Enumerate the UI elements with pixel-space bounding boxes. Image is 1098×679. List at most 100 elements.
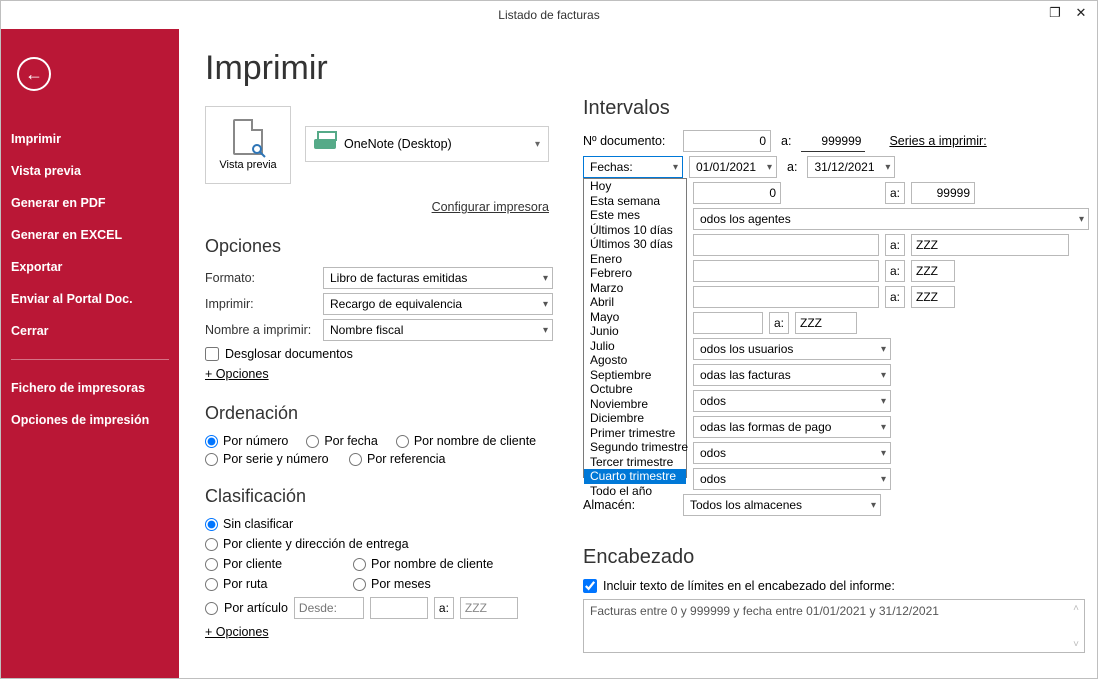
dates-option[interactable]: Este mes	[584, 208, 686, 223]
name-combo[interactable]: Nombre fiscal	[323, 319, 553, 341]
dates-option[interactable]: Todo el año	[584, 484, 686, 499]
ordering-option-date[interactable]: Por fecha	[306, 434, 378, 448]
window-close-button[interactable]: ✕	[1069, 3, 1093, 23]
invoices-combo[interactable]: odas las facturas	[693, 364, 891, 386]
dates-option[interactable]: Noviembre	[584, 397, 686, 412]
print-combo[interactable]: Recargo de equivalencia	[323, 293, 553, 315]
sidebar-item-export[interactable]: Exportar	[1, 251, 179, 283]
ordering-option-serial[interactable]: Por serie y número	[205, 452, 331, 466]
payments-combo[interactable]: odas las formas de pago	[693, 416, 891, 438]
scroll-down-arrow[interactable]: ˅	[1068, 636, 1084, 652]
row6-to-input[interactable]	[911, 260, 955, 282]
dates-dropdown[interactable]: HoyEsta semanaEste mesÚltimos 10 díasÚlt…	[583, 178, 687, 478]
row3-to-input[interactable]	[911, 182, 975, 204]
classification-more-link[interactable]: + Opciones	[205, 625, 269, 639]
dates-option[interactable]: Tercer trimestre	[584, 455, 686, 470]
class-radio-clientname[interactable]	[353, 558, 366, 571]
breakdown-checkbox-input[interactable]	[205, 347, 219, 361]
class-option-clientname[interactable]: Por nombre de cliente	[353, 557, 493, 571]
row8-to-input[interactable]	[795, 312, 857, 334]
dates-option[interactable]: Primer trimestre	[584, 426, 686, 441]
filter3-combo[interactable]: odos	[693, 468, 891, 490]
row3-from-input[interactable]	[693, 182, 781, 204]
header-checkbox-input[interactable]	[583, 579, 597, 593]
ordering-radio-date[interactable]	[306, 435, 319, 448]
class-option-clientaddr[interactable]: Por cliente y dirección de entrega	[205, 537, 409, 551]
scroll-up-arrow[interactable]: ˄	[1068, 600, 1084, 616]
format-combo[interactable]: Libro de facturas emitidas	[323, 267, 553, 289]
dates-option[interactable]: Segundo trimestre	[584, 440, 686, 455]
sidebar-item-preview[interactable]: Vista previa	[1, 155, 179, 187]
class-from-value[interactable]	[370, 597, 428, 619]
breakdown-checkbox[interactable]: Desglosar documentos	[205, 347, 555, 361]
dates-option[interactable]: Últimos 30 días	[584, 237, 686, 252]
class-option-none[interactable]: Sin clasificar	[205, 517, 335, 531]
dates-option[interactable]: Julio	[584, 339, 686, 354]
printer-select[interactable]: OneNote (Desktop) ▾	[305, 126, 549, 162]
class-radio-client[interactable]	[205, 558, 218, 571]
class-option-client[interactable]: Por cliente	[205, 557, 335, 571]
date-from-picker[interactable]: 01/01/2021	[689, 156, 777, 178]
sidebar-item-printers-file[interactable]: Fichero de impresoras	[1, 372, 179, 404]
sidebar-item-print[interactable]: Imprimir	[1, 123, 179, 155]
row7-from-input[interactable]	[693, 286, 879, 308]
ordering-radio-reference[interactable]	[349, 453, 362, 466]
sidebar-item-close[interactable]: Cerrar	[1, 315, 179, 347]
preview-button[interactable]: Vista previa	[205, 106, 291, 184]
class-radio-months[interactable]	[353, 578, 366, 591]
class-option-months[interactable]: Por meses	[353, 577, 431, 591]
dates-option[interactable]: Últimos 10 días	[584, 223, 686, 238]
ordering-radio-number[interactable]	[205, 435, 218, 448]
dates-option[interactable]: Diciembre	[584, 411, 686, 426]
dates-option[interactable]: Septiembre	[584, 368, 686, 383]
class-option-route[interactable]: Por ruta	[205, 577, 335, 591]
class-radio-article[interactable]	[205, 602, 218, 615]
row7-to-input[interactable]	[911, 286, 955, 308]
sidebar-item-pdf[interactable]: Generar en PDF	[1, 187, 179, 219]
class-radio-none[interactable]	[205, 518, 218, 531]
dates-option[interactable]: Febrero	[584, 266, 686, 281]
dates-option[interactable]: Octubre	[584, 382, 686, 397]
sidebar-item-portal[interactable]: Enviar al Portal Doc.	[1, 283, 179, 315]
users-combo[interactable]: odos los usuarios	[693, 338, 891, 360]
dates-option[interactable]: Abril	[584, 295, 686, 310]
row8-from-input[interactable]	[693, 312, 763, 334]
back-button[interactable]: ←	[17, 57, 51, 91]
class-from-input[interactable]	[294, 597, 364, 619]
header-text-area[interactable]: Facturas entre 0 y 999999 y fecha entre …	[583, 599, 1085, 653]
ordering-option-number[interactable]: Por número	[205, 434, 288, 448]
dates-option[interactable]: Agosto	[584, 353, 686, 368]
window-restore-button[interactable]: ❐	[1043, 3, 1067, 23]
date-to-picker[interactable]: 31/12/2021	[807, 156, 895, 178]
dates-option[interactable]: Hoy	[584, 179, 686, 194]
class-to-input[interactable]	[460, 597, 518, 619]
row5-from-input[interactable]	[693, 234, 879, 256]
filter1-combo[interactable]: odos	[693, 390, 891, 412]
dates-option[interactable]: Enero	[584, 252, 686, 267]
dates-option[interactable]: Marzo	[584, 281, 686, 296]
doc-to-input[interactable]	[801, 130, 865, 152]
configure-printer-link[interactable]: Configurar impresora	[432, 200, 549, 214]
dates-combo[interactable]: Fechas:	[583, 156, 683, 178]
ordering-radio-clientname[interactable]	[396, 435, 409, 448]
dates-option[interactable]: Esta semana	[584, 194, 686, 209]
agents-combo[interactable]: odos los agentes	[693, 208, 1089, 230]
ordering-radio-serial[interactable]	[205, 453, 218, 466]
ordering-option-reference[interactable]: Por referencia	[349, 452, 446, 466]
row6-from-input[interactable]	[693, 260, 879, 282]
row5-to-input[interactable]	[911, 234, 1069, 256]
class-radio-clientaddr[interactable]	[205, 538, 218, 551]
class-option-article[interactable]: Por artículo a:	[205, 597, 518, 619]
series-link[interactable]: Series a imprimir:	[889, 134, 986, 148]
sidebar-item-excel[interactable]: Generar en EXCEL	[1, 219, 179, 251]
warehouse-combo[interactable]: Todos los almacenes	[683, 494, 881, 516]
dates-option[interactable]: Cuarto trimestre	[584, 469, 686, 484]
class-radio-route[interactable]	[205, 578, 218, 591]
options-more-link[interactable]: + Opciones	[205, 367, 269, 381]
doc-from-input[interactable]	[683, 130, 771, 152]
ordering-option-clientname[interactable]: Por nombre de cliente	[396, 434, 536, 448]
filter2-combo[interactable]: odos	[693, 442, 891, 464]
sidebar-item-print-options[interactable]: Opciones de impresión	[1, 404, 179, 436]
dates-option[interactable]: Mayo	[584, 310, 686, 325]
dates-option[interactable]: Junio	[584, 324, 686, 339]
